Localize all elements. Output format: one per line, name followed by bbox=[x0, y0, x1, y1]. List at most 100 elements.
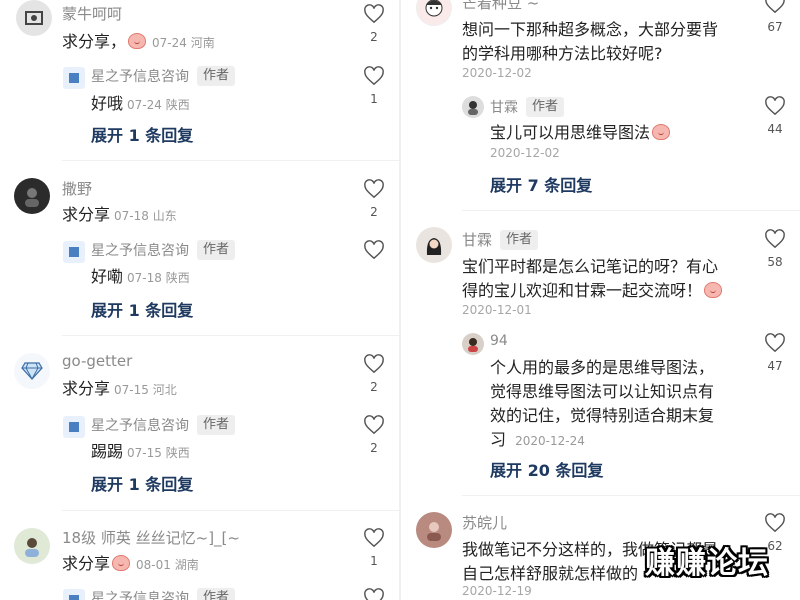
cartoon-girl-icon bbox=[425, 0, 443, 17]
avatar[interactable] bbox=[14, 178, 50, 214]
comment-date: 2020-12-01 bbox=[462, 303, 532, 317]
reply-author-name: 星之予信息咨询 bbox=[91, 69, 189, 85]
logo-icon bbox=[69, 595, 79, 600]
like-button[interactable]: 58 bbox=[761, 229, 789, 269]
like-count: 1 bbox=[370, 92, 378, 106]
comment-line: 的学科用哪种方法比较好呢? bbox=[462, 44, 663, 63]
comment-text: 宝们平时都是怎么记笔记的呀？有心 得的宝儿欢迎和甘霖一起交流呀！ bbox=[462, 255, 724, 303]
expand-replies-link[interactable]: 展开 20 条回复 bbox=[490, 457, 603, 481]
author-avatar[interactable] bbox=[462, 96, 484, 118]
reply-body: 好哦 bbox=[91, 94, 124, 113]
like-button[interactable]: 2 bbox=[360, 354, 388, 394]
divider bbox=[462, 495, 800, 496]
reply-author[interactable]: 星之予信息咨询 作者 bbox=[91, 588, 236, 600]
heart-icon bbox=[364, 179, 384, 199]
comment-text: 想问一下那种超多概念，大部分要背 的学科用哪种方法比较好呢? bbox=[462, 18, 718, 66]
expand-replies-link[interactable]: 展开 1 条回复 bbox=[91, 471, 193, 495]
like-count: 2 bbox=[370, 30, 378, 44]
reply-like-button[interactable] bbox=[360, 240, 388, 260]
reply-date: 2020-12-02 bbox=[490, 146, 560, 160]
author-avatar[interactable] bbox=[63, 416, 85, 438]
reply-text: 宝儿可以用思维导图法 bbox=[490, 121, 672, 145]
reply-date: 2020-12-24 bbox=[515, 434, 585, 448]
expand-replies-link[interactable]: 展开 1 条回复 bbox=[91, 122, 193, 146]
reply-like-button[interactable] bbox=[360, 588, 388, 600]
avatar[interactable] bbox=[14, 353, 50, 389]
like-count: 47 bbox=[767, 359, 783, 373]
like-count: 2 bbox=[370, 205, 378, 219]
comment-author[interactable]: 蒙牛呵呵 bbox=[62, 3, 122, 24]
face-emoji-icon bbox=[704, 282, 723, 298]
reply-like-button[interactable]: 47 bbox=[761, 333, 789, 373]
reply-author[interactable]: 星之予信息咨询 作者 bbox=[91, 240, 236, 260]
logo-icon bbox=[69, 422, 79, 432]
author-badge: 作者 bbox=[526, 97, 565, 117]
like-button[interactable]: 67 bbox=[761, 0, 789, 34]
reply-author[interactable]: 星之予信息咨询 作者 bbox=[91, 415, 236, 435]
like-count: 67 bbox=[767, 20, 783, 34]
comment-date: 2020-12-02 bbox=[462, 66, 532, 80]
heart-icon bbox=[364, 4, 384, 24]
reply-line: 效的记住，觉得特别适合期末复 bbox=[490, 406, 715, 425]
reply-like-button[interactable]: 1 bbox=[360, 66, 388, 106]
like-count: 58 bbox=[767, 255, 783, 269]
author-avatar[interactable] bbox=[63, 241, 85, 263]
reply-like-button[interactable]: 2 bbox=[360, 415, 388, 455]
like-button[interactable]: 1 bbox=[360, 528, 388, 568]
heart-icon bbox=[765, 0, 785, 14]
logo-icon bbox=[69, 247, 79, 257]
comment-author[interactable]: 撒野 bbox=[62, 178, 92, 199]
like-count: 2 bbox=[370, 380, 378, 394]
expand-replies-link[interactable]: 展开 7 条回复 bbox=[490, 172, 592, 196]
avatar[interactable] bbox=[14, 528, 50, 564]
avatar[interactable] bbox=[16, 0, 52, 36]
author-badge: 作者 bbox=[197, 240, 236, 260]
person-silhouette-icon bbox=[25, 188, 39, 207]
comment-text: 求分享 07-18 山东 bbox=[62, 203, 177, 228]
reply-author[interactable]: 星之予信息咨询 作者 bbox=[91, 66, 236, 86]
heart-icon bbox=[364, 66, 384, 86]
expand-replies-link[interactable]: 展开 1 条回复 bbox=[91, 297, 193, 321]
comment-author[interactable]: 苏皖儿 bbox=[462, 512, 507, 533]
reply-author-name: 星之予信息咨询 bbox=[91, 418, 189, 434]
author-avatar[interactable] bbox=[63, 589, 85, 600]
like-count: 1 bbox=[370, 554, 378, 568]
comment-meta: 07-18 山东 bbox=[114, 209, 177, 223]
person-photo-icon bbox=[426, 238, 442, 255]
avatar[interactable] bbox=[416, 0, 452, 26]
reply-like-button[interactable]: 44 bbox=[761, 96, 789, 136]
reply-text: 好哦 07-24 陕西 bbox=[91, 92, 190, 117]
heart-icon bbox=[364, 415, 384, 435]
divider bbox=[62, 335, 400, 336]
comment-author[interactable]: 芒着种豆 ~ bbox=[462, 0, 539, 13]
reply-text: 踢踢 07-15 陕西 bbox=[91, 440, 190, 465]
reply-line: 习 2020-12-24 bbox=[490, 428, 714, 453]
heart-icon bbox=[765, 96, 785, 116]
author-badge: 作者 bbox=[197, 66, 236, 86]
like-button[interactable]: 2 bbox=[360, 4, 388, 44]
face-emoji-icon bbox=[128, 33, 147, 49]
comment-author[interactable]: 甘霖 作者 bbox=[462, 229, 539, 250]
comment-text: 求分享， 07-24 河南 bbox=[62, 30, 215, 55]
comment-author[interactable]: 18级 师英 丝丝记忆~]_[~ bbox=[62, 527, 240, 548]
reply-meta: 07-18 陕西 bbox=[127, 271, 190, 285]
reply-avatar[interactable] bbox=[462, 333, 484, 355]
comment-author[interactable]: go-getter bbox=[62, 352, 132, 370]
divider bbox=[62, 160, 400, 161]
comment-column-left: 蒙牛呵呵 求分享， 07-24 河南 2 星之予信息咨询 作者 好哦 07-24 陕西… bbox=[0, 0, 400, 600]
reply-author[interactable]: 94 bbox=[490, 333, 508, 349]
reply-body: 踢踢 bbox=[91, 442, 124, 461]
comment-line-text: 得的宝儿欢迎和甘霖一起交流呀！ bbox=[462, 281, 703, 300]
diamond-icon bbox=[21, 362, 43, 381]
author-avatar[interactable] bbox=[63, 67, 85, 89]
heart-icon bbox=[765, 513, 785, 533]
avatar[interactable] bbox=[416, 227, 452, 263]
reply-meta: 07-15 陕西 bbox=[127, 446, 190, 460]
reply-author[interactable]: 甘霖 作者 bbox=[490, 97, 565, 117]
heart-icon bbox=[765, 229, 785, 249]
comment-date: 2020-12-19 bbox=[462, 584, 532, 598]
avatar[interactable] bbox=[416, 512, 452, 548]
person-photo-icon bbox=[468, 101, 478, 115]
reply-text: 个人用的最多的是思维导图法， 觉得思维导图法可以让知识点有 效的记住，觉得特别适… bbox=[490, 356, 714, 453]
like-button[interactable]: 2 bbox=[360, 179, 388, 219]
